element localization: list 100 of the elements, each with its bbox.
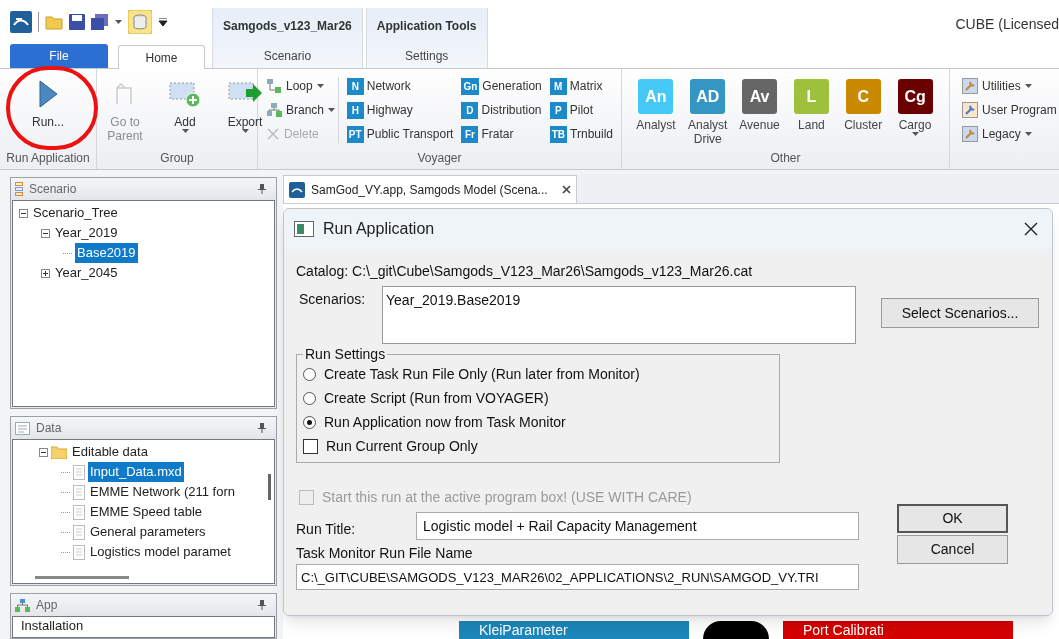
ribbon-button[interactable]: Branch <box>266 101 338 119</box>
scrollbar-thumb[interactable] <box>267 474 271 500</box>
ribbon-button[interactable]: Fr Fratar <box>461 125 542 143</box>
dialog-button[interactable]: OK <box>897 504 1008 533</box>
ribbon-tab[interactable]: Scenario <box>255 44 320 68</box>
customize-icon[interactable] <box>158 18 168 26</box>
program-badge: PT <box>346 125 364 143</box>
save-icon[interactable] <box>69 14 85 30</box>
app-button[interactable]: Cg Cargo <box>891 79 940 146</box>
app-logo-icon <box>289 181 305 198</box>
tree-item[interactable]: Scenario_Tree <box>31 203 120 223</box>
app-badge: L <box>793 79 829 114</box>
ribbon-button[interactable]: Run... <box>18 69 78 129</box>
add-group-icon <box>169 80 201 108</box>
app-logo-icon <box>10 11 32 33</box>
tree-item[interactable]: Editable data <box>70 442 150 462</box>
tree-item[interactable]: EMME Speed table <box>88 502 204 522</box>
save-all-icon[interactable] <box>91 14 109 30</box>
checkbox[interactable] <box>303 439 318 454</box>
program-badge: P <box>549 101 567 119</box>
window-title: CUBE (Licensed <box>955 15 1059 34</box>
program-badge: Fr <box>461 125 479 143</box>
panel-title: Scenario <box>29 181 77 198</box>
tree-item[interactable]: EMME Network (211 forn <box>88 482 237 502</box>
program-badge: H <box>346 101 364 119</box>
scenarios-field[interactable]: Year_2019.Base2019 <box>382 286 856 344</box>
expand-icon[interactable] <box>41 268 50 278</box>
ribbon-button[interactable]: User Program <box>962 101 1059 119</box>
collapse-icon[interactable] <box>39 447 48 457</box>
ribbon-button[interactable]: D Distribution <box>461 101 542 119</box>
panel-title: App <box>36 597 58 614</box>
document-tab[interactable]: SamGod_VY.app, Samgods Model (Scena... <box>283 175 577 203</box>
document-icon <box>73 464 85 480</box>
ribbon-button[interactable]: PT Public Transport <box>346 125 454 143</box>
tree-item[interactable]: Input_Data.mxd <box>88 462 184 482</box>
document-icon <box>73 544 85 560</box>
window-icon <box>294 221 314 237</box>
radio-button[interactable] <box>303 392 316 405</box>
collapse-icon[interactable] <box>41 228 50 238</box>
ribbon-button[interactable]: P Pilot <box>549 101 613 119</box>
program-badge: Gn <box>461 77 480 95</box>
radio-button[interactable] <box>303 368 316 381</box>
ribbon-button[interactable]: Gn Generation <box>461 77 542 95</box>
tree-item[interactable]: Year_2045 <box>53 263 120 283</box>
radio-label: Run Application now from Task Monitor <box>324 413 566 432</box>
ribbon-button[interactable]: M Matrix <box>549 77 613 95</box>
close-icon <box>266 127 280 141</box>
hierarchy-icon <box>15 598 30 612</box>
scrollbar-thumb[interactable] <box>35 575 129 579</box>
app-button[interactable]: An Analyst <box>631 79 680 146</box>
contextual-group-title: Application Tools <box>376 18 477 35</box>
tree-item[interactable]: Year_2019 <box>53 223 120 243</box>
scenario-icon <box>15 182 23 196</box>
dialog-button[interactable]: Cancel <box>897 535 1008 564</box>
app-button[interactable]: Av Avenue <box>735 79 784 146</box>
app-button[interactable]: AD Analyst Drive <box>683 79 732 146</box>
select-scenarios-button[interactable]: Select Scenarios... <box>881 298 1039 328</box>
close-icon[interactable] <box>1024 222 1038 236</box>
group-label: Group <box>160 150 194 167</box>
scenarios-label: Scenarios: <box>298 290 367 309</box>
run-title-field[interactable]: Logistic model + Rail Capacity Management <box>416 512 859 540</box>
ribbon-tab[interactable]: Home <box>118 45 205 69</box>
ribbon-button[interactable]: Utilities <box>962 77 1059 95</box>
radio-label: Create Task Run File Only (Run later from Monitor) <box>324 365 640 384</box>
file-name-field[interactable]: C:\_GIT\CUBE\SAMGODS_V123_MAR26\02_APPLICATIONS\2_RUN\SAMGOD_VY.TRI <box>296 564 859 590</box>
document-icon <box>73 524 85 540</box>
panel-title: Data <box>36 420 62 437</box>
app-button[interactable]: C Cluster <box>839 79 888 146</box>
app-badge: AD <box>690 79 726 114</box>
app-badge: Cg <box>897 79 933 114</box>
radio-label: Create Script (Run from VOYAGER) <box>324 389 549 408</box>
ribbon-button[interactable]: H Highway <box>346 101 454 119</box>
tree-item[interactable]: Logistics model paramet <box>88 542 233 562</box>
folder-icon <box>51 445 67 459</box>
ribbon-button[interactable]: Add <box>155 69 215 143</box>
checkbox-label: Run Current Group Only <box>326 437 478 456</box>
app-badge: An <box>638 79 674 114</box>
close-icon[interactable] <box>561 185 571 194</box>
branch-icon <box>266 102 282 118</box>
ribbon-button[interactable]: N Network <box>346 77 454 95</box>
caret-icon[interactable] <box>115 20 122 24</box>
collapse-icon[interactable] <box>19 208 28 218</box>
program-badge: M <box>549 77 567 95</box>
ribbon-tab[interactable]: Settings <box>396 44 457 68</box>
tree-item[interactable]: General parameters <box>88 522 208 542</box>
pin-icon[interactable] <box>258 600 266 610</box>
program-badge: D <box>461 101 479 119</box>
app-button[interactable]: L Land <box>787 79 836 146</box>
app-badge: C <box>845 79 881 114</box>
pin-icon[interactable] <box>258 423 266 433</box>
tree-item[interactable]: Base2019 <box>75 243 138 263</box>
file-tab[interactable]: File <box>10 44 108 68</box>
program-badge: TB <box>549 125 568 143</box>
ribbon-button[interactable]: Legacy <box>962 125 1059 143</box>
loop-icon <box>266 78 282 94</box>
pin-icon[interactable] <box>258 184 266 194</box>
program-badge: N <box>346 77 364 95</box>
ribbon-button[interactable]: TB Trnbuild <box>549 125 613 143</box>
radio-button[interactable] <box>303 416 316 429</box>
play-icon <box>38 80 58 108</box>
